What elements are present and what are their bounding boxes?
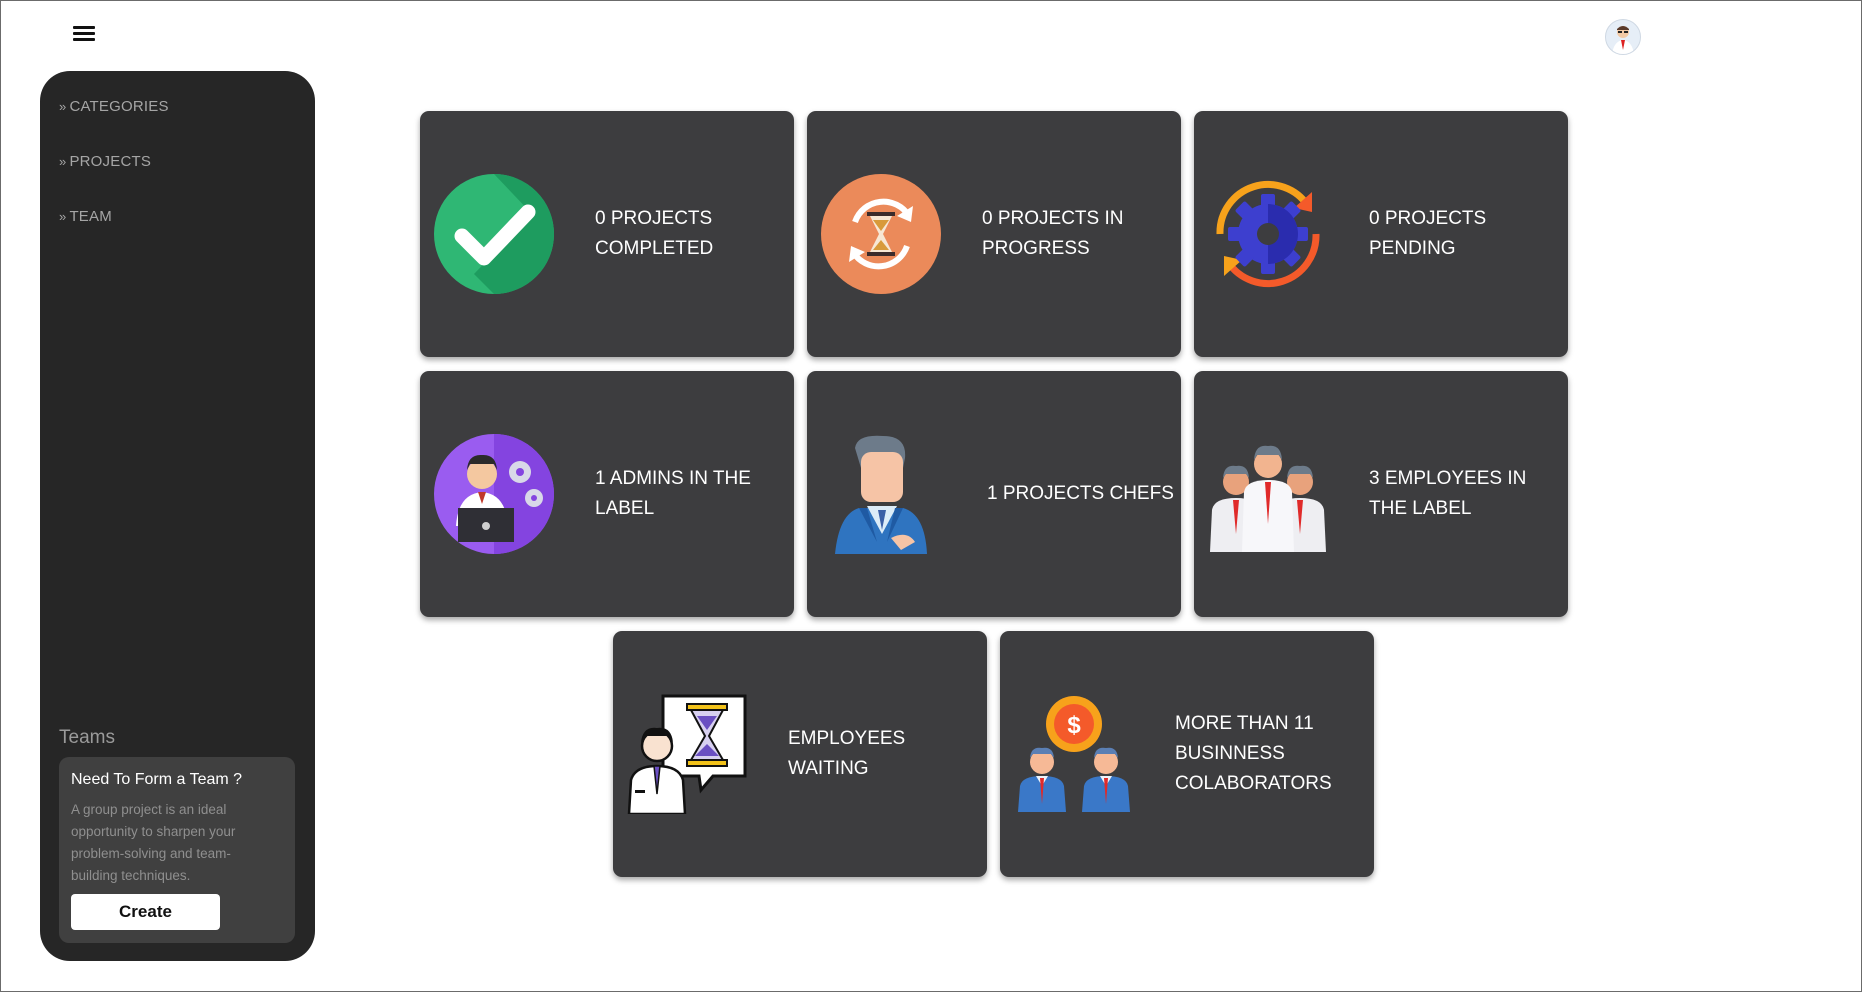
check-circle-icon: [434, 174, 554, 294]
gear-refresh-icon: [1216, 181, 1320, 287]
card-label: 0 PROJECTS IN PROGRESS: [982, 208, 1124, 259]
team-promo-card: Need To Form a Team ? A group project is…: [59, 757, 295, 943]
card-label: 0 PROJECTS COMPLETED: [595, 208, 714, 259]
card-label: MORE THAN 11 BUSINNESS COLABORATORS: [1175, 713, 1332, 794]
hamburger-menu-icon[interactable]: [73, 23, 95, 45]
employees-group-icon: [1210, 445, 1326, 552]
sidebar-item-label: TEAM: [69, 208, 112, 225]
stat-card-admins[interactable]: 1 ADMINS IN THE LABEL: [420, 371, 794, 617]
svg-text:$: $: [1067, 712, 1081, 739]
sidebar-item-label: PROJECTS: [69, 153, 152, 170]
team-card-description: A group project is an ideal opportunity …: [71, 802, 236, 883]
stat-card-completed[interactable]: 0 PROJECTS COMPLETED: [420, 111, 794, 357]
sidebar: » CATEGORIES » PROJECTS » TEAM Teams Need T…: [40, 71, 315, 961]
card-label: 1 PROJECTS CHEFS: [987, 483, 1174, 504]
team-card-title: Need To Form a Team ?: [71, 771, 243, 788]
teams-title: Teams: [59, 727, 115, 748]
business-collaborators-icon: $: [1018, 696, 1130, 812]
sidebar-item-categories[interactable]: » CATEGORIES: [59, 98, 169, 115]
stat-card-employees[interactable]: 3 EMPLOYEES IN THE LABEL: [1194, 371, 1568, 617]
double-chevron-right-icon: »: [59, 154, 67, 169]
admin-laptop-icon: [434, 434, 554, 554]
double-chevron-right-icon: »: [59, 99, 67, 114]
stat-card-business-collaborators[interactable]: $ MORE THAN 11 BUSINNESS COLABORATORS: [1000, 631, 1374, 877]
stat-card-employees-waiting[interactable]: EMPLOYEES WAITING: [613, 631, 987, 877]
card-label: 0 PROJECTS PENDING: [1369, 208, 1487, 259]
create-team-button[interactable]: Create: [71, 894, 220, 930]
user-avatar[interactable]: [1605, 19, 1641, 55]
sidebar-item-label: CATEGORIES: [69, 98, 169, 115]
hourglass-refresh-icon: [821, 174, 941, 294]
card-label: EMPLOYEES WAITING: [788, 728, 906, 779]
stat-card-project-chefs[interactable]: 1 PROJECTS CHEFS: [807, 371, 1181, 617]
employee-waiting-icon: [627, 694, 747, 814]
stat-card-in-progress[interactable]: 0 PROJECTS IN PROGRESS: [807, 111, 1181, 357]
card-label: 3 EMPLOYEES IN THE LABEL: [1369, 468, 1527, 519]
manager-icon: [835, 435, 927, 554]
stat-card-pending[interactable]: 0 PROJECTS PENDING: [1194, 111, 1568, 357]
double-chevron-right-icon: »: [59, 209, 67, 224]
card-label: 1 ADMINS IN THE LABEL: [595, 468, 751, 519]
sidebar-item-team[interactable]: » TEAM: [59, 208, 112, 225]
sidebar-item-projects[interactable]: » PROJECTS: [59, 153, 151, 170]
